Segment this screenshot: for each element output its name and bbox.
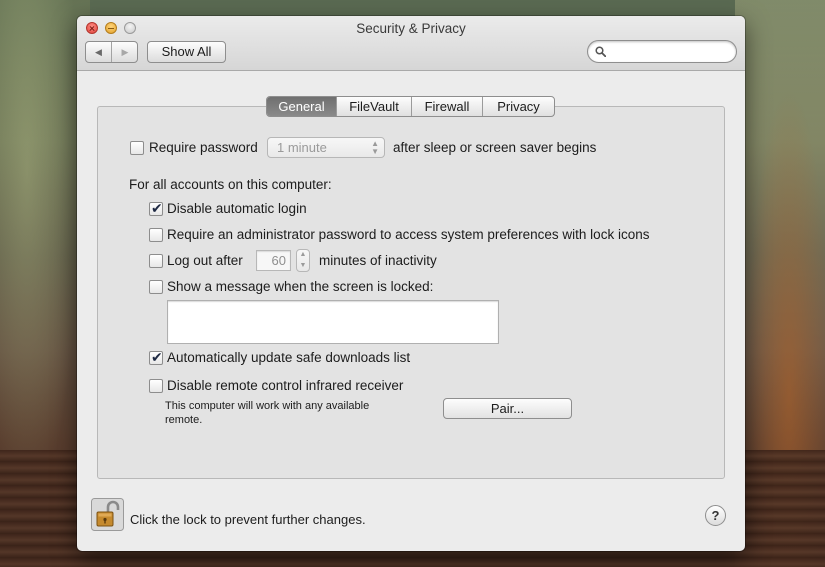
show-message-label: Show a message when the screen is locked…: [167, 279, 434, 294]
require-admin-password-checkbox[interactable]: [149, 228, 163, 242]
search-field[interactable]: [587, 40, 737, 63]
require-password-checkbox[interactable]: [130, 141, 144, 155]
remote-note-line2: remote.: [165, 414, 203, 426]
logout-minutes-stepper[interactable]: ▲ ▼: [296, 249, 310, 272]
disable-auto-login-checkbox[interactable]: [149, 200, 163, 217]
popup-arrows-icon: ▲ ▼: [371, 139, 379, 156]
forward-button[interactable]: ▶: [112, 42, 138, 62]
security-privacy-window: Security & Privacy ◀ ▶ Show All General …: [77, 16, 745, 551]
tab-filevault[interactable]: FileVault: [337, 97, 412, 116]
log-out-after-checkbox[interactable]: [149, 254, 163, 268]
logout-minutes-field[interactable]: 60: [256, 250, 291, 271]
disable-remote-ir-checkbox[interactable]: [149, 379, 163, 393]
require-password-label: Require password: [149, 140, 258, 155]
back-forward-control: ◀ ▶: [85, 41, 138, 63]
require-password-suffix: after sleep or screen saver begins: [393, 140, 597, 155]
back-button[interactable]: ◀: [86, 42, 112, 62]
triangle-left-icon: ◀: [95, 47, 102, 57]
auto-update-downloads-checkbox[interactable]: [149, 349, 163, 366]
password-delay-value: 1 minute: [277, 140, 327, 155]
tab-firewall[interactable]: Firewall: [412, 97, 483, 116]
show-message-checkbox[interactable]: [149, 280, 163, 294]
search-icon: [595, 46, 606, 57]
logout-minutes-value: 60: [271, 253, 286, 268]
all-accounts-heading: For all accounts on this computer:: [129, 177, 332, 192]
disable-remote-ir-label: Disable remote control infrared receiver: [167, 378, 404, 393]
auto-update-downloads-label: Automatically update safe downloads list: [167, 350, 411, 365]
preference-tabs: General FileVault Firewall Privacy: [266, 96, 555, 117]
lock-message-textbox[interactable]: [167, 300, 499, 344]
show-all-button[interactable]: Show All: [147, 41, 226, 63]
log-out-after-suffix: minutes of inactivity: [319, 253, 437, 268]
pair-button[interactable]: Pair...: [443, 398, 572, 419]
window-title: Security & Privacy: [356, 21, 466, 36]
lock-message: Click the lock to prevent further change…: [130, 512, 366, 527]
stepper-up-icon[interactable]: ▲: [297, 250, 309, 260]
triangle-right-icon: ▶: [121, 47, 129, 57]
tab-privacy[interactable]: Privacy: [483, 97, 554, 116]
disable-auto-login-label: Disable automatic login: [167, 201, 307, 216]
help-button[interactable]: ?: [705, 505, 726, 526]
password-delay-popup[interactable]: 1 minute ▲ ▼: [267, 137, 385, 158]
tab-general[interactable]: General: [267, 97, 337, 116]
log-out-after-label: Log out after: [167, 253, 243, 268]
title-bar: Security & Privacy ◀ ▶ Show All: [77, 16, 745, 71]
remote-note-line1: This computer will work with any availab…: [165, 400, 370, 412]
stepper-down-icon[interactable]: ▼: [297, 261, 309, 271]
padlock-open-icon[interactable]: [91, 498, 124, 531]
require-admin-password-label: Require an administrator password to acc…: [167, 227, 650, 242]
